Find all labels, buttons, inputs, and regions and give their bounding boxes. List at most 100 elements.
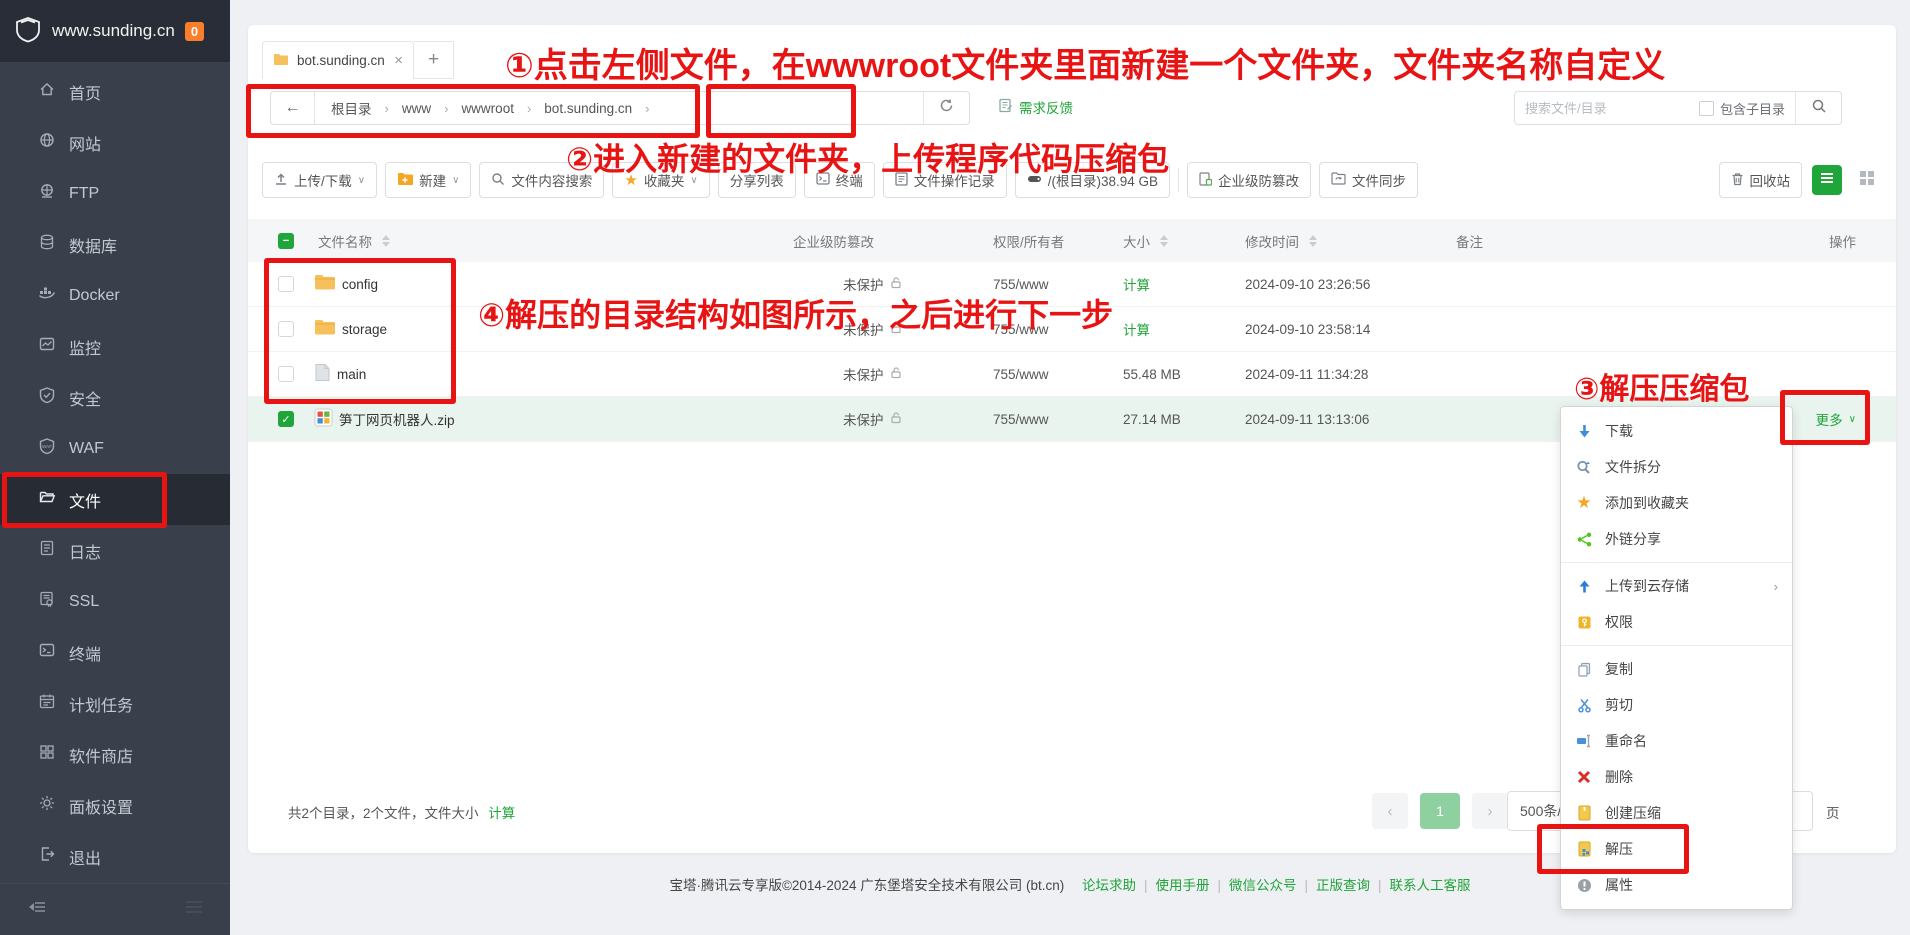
pagination-page-1[interactable]: 1 (1420, 793, 1460, 829)
sidebar-item-monitor[interactable]: 监控 (0, 321, 230, 372)
menu-item-cloud-upload[interactable]: 上传到云存储 › (1561, 568, 1792, 604)
more-actions-link[interactable]: 更多 (1816, 409, 1843, 429)
footer-link-support[interactable]: 联系人工客服 (1390, 878, 1471, 893)
file-sync-button[interactable]: 文件同步 (1319, 162, 1418, 198)
sidebar-item-security[interactable]: 安全 (0, 372, 230, 423)
header-size[interactable]: 大小 (1123, 231, 1150, 251)
row-checkbox-checked[interactable]: ✓ (278, 411, 294, 427)
tab-bot-sunding[interactable]: bot.sunding.cn × (262, 41, 414, 79)
sort-icon[interactable] (382, 235, 390, 247)
sidebar-item-files[interactable]: 文件 (0, 474, 230, 525)
sidebar-item-docker[interactable]: Docker (0, 270, 230, 321)
message-badge[interactable]: 0 (185, 22, 204, 41)
submenu-chevron-icon: › (1774, 579, 1778, 594)
grid-view-toggle[interactable] (1852, 165, 1882, 195)
sidebar-item-logout[interactable]: 退出 (0, 831, 230, 882)
pagination-prev-button[interactable]: ‹ (1372, 793, 1408, 829)
waf-shield-icon: WAF (38, 437, 56, 460)
footer-link-license[interactable]: 正版查询 (1316, 878, 1370, 893)
search-input[interactable] (1515, 101, 1699, 116)
refresh-button[interactable] (923, 92, 969, 124)
row-checkbox[interactable] (278, 366, 294, 382)
back-button[interactable]: ← (271, 92, 315, 124)
menu-item-rename[interactable]: 重命名 (1561, 723, 1792, 759)
new-button[interactable]: 新建∨ (385, 162, 471, 198)
download-icon (1575, 424, 1593, 439)
footer-link-wechat[interactable]: 微信公众号 (1229, 878, 1297, 893)
home-icon (38, 80, 56, 103)
chevron-down-icon: ∨ (358, 175, 365, 186)
collapse-sidebar-icon[interactable] (26, 898, 48, 921)
list-view-toggle[interactable] (1812, 165, 1842, 195)
menu-item-cut[interactable]: 剪切 (1561, 687, 1792, 723)
select-all-checkbox[interactable]: − (278, 233, 294, 249)
menu-item-properties[interactable]: 属性 (1561, 867, 1792, 903)
header-file-name[interactable]: 文件名称 (318, 231, 372, 251)
menu-item-permission[interactable]: 权限 (1561, 604, 1792, 640)
sidebar-item-website[interactable]: 网站 (0, 117, 230, 168)
sort-icon[interactable] (1309, 235, 1317, 247)
menu-item-share[interactable]: 外链分享 (1561, 521, 1792, 557)
annotation-step2: ②进入新建的文件夹，上传程序代码压缩包 (566, 134, 1169, 180)
breadcrumb: 根目录 › www › wwwroot › bot.sunding.cn › (315, 98, 649, 118)
breadcrumb-wwwroot[interactable]: wwwroot (461, 101, 514, 116)
feedback-link[interactable]: 需求反馈 (998, 97, 1073, 117)
row-checkbox[interactable] (278, 321, 294, 337)
chevron-right-icon: › (645, 101, 649, 116)
pagination-next-button[interactable]: › (1472, 793, 1508, 829)
svg-text:WAF: WAF (42, 444, 52, 449)
menu-item-split[interactable]: 文件拆分 (1561, 449, 1792, 485)
unlock-icon[interactable] (890, 411, 903, 427)
sidebar-item-cron[interactable]: 计划任务 (0, 678, 230, 729)
search-bar: 包含子目录 (1514, 91, 1842, 125)
sidebar-item-ssl[interactable]: SSL (0, 576, 230, 627)
sidebar-item-home[interactable]: 首页 (0, 66, 230, 117)
search-button[interactable] (1795, 92, 1841, 124)
sidebar-item-ftp[interactable]: FTP (0, 168, 230, 219)
sidebar-item-waf[interactable]: WAF WAF (0, 423, 230, 474)
tab-close-icon[interactable]: × (394, 52, 403, 69)
ftp-globe-icon (38, 182, 56, 205)
globe-icon (38, 131, 56, 154)
sidebar-item-logs[interactable]: 日志 (0, 525, 230, 576)
footer-link-forum[interactable]: 论坛求助 (1082, 878, 1136, 893)
header-action: 操作 (1829, 219, 1856, 262)
calc-size-link[interactable]: 计算 (1123, 274, 1150, 294)
shield-check-icon (38, 386, 56, 409)
upload-download-button[interactable]: 上传/下载∨ (262, 162, 377, 198)
menu-item-favorite[interactable]: ★ 添加到收藏夹 (1561, 485, 1792, 521)
file-name-link[interactable]: storage (342, 322, 387, 337)
file-name-link[interactable]: config (342, 277, 378, 292)
breadcrumb-current[interactable]: bot.sunding.cn (544, 101, 632, 116)
calc-size-link[interactable]: 计算 (1123, 319, 1150, 339)
folder-icon (314, 319, 336, 339)
sort-icon[interactable] (1160, 235, 1168, 247)
sidebar-item-settings[interactable]: 面板设置 (0, 780, 230, 831)
breadcrumb-bar: ← 根目录 › www › wwwroot › bot.sunding.cn › (270, 91, 970, 125)
sidebar-item-database[interactable]: 数据库 (0, 219, 230, 270)
recycle-bin-button[interactable]: 回收站 (1719, 162, 1803, 198)
breadcrumb-root[interactable]: 根目录 (331, 98, 372, 118)
menu-item-download[interactable]: 下载 (1561, 413, 1792, 449)
tamper-proof-button[interactable]: 企业级防篡改 (1187, 162, 1311, 198)
folder-tab-icon (273, 53, 289, 69)
sidebar-item-terminal[interactable]: 终端 (0, 627, 230, 678)
row-checkbox[interactable] (278, 276, 294, 292)
menu-item-compress[interactable]: 创建压缩 (1561, 795, 1792, 831)
include-subdir-checkbox[interactable] (1699, 101, 1714, 116)
unlock-icon[interactable] (890, 366, 903, 382)
file-name-link[interactable]: main (337, 367, 366, 382)
menu-list-icon[interactable] (184, 899, 204, 920)
header-mtime[interactable]: 修改时间 (1245, 231, 1299, 251)
tab-add-button[interactable]: + (414, 41, 454, 79)
menu-item-delete[interactable]: 删除 (1561, 759, 1792, 795)
sidebar-item-appstore[interactable]: 软件商店 (0, 729, 230, 780)
footer-link-manual[interactable]: 使用手册 (1156, 878, 1210, 893)
header-note: 备注 (1456, 219, 1483, 262)
logo-bar: www.sunding.cn 0 (0, 0, 230, 62)
file-name-link[interactable]: 笋丁网页机器人.zip (339, 409, 455, 429)
calc-total-link[interactable]: 计算 (488, 806, 515, 821)
breadcrumb-www[interactable]: www (402, 101, 431, 116)
menu-item-copy[interactable]: 复制 (1561, 651, 1792, 687)
menu-item-unzip[interactable]: 解压 (1561, 831, 1792, 867)
